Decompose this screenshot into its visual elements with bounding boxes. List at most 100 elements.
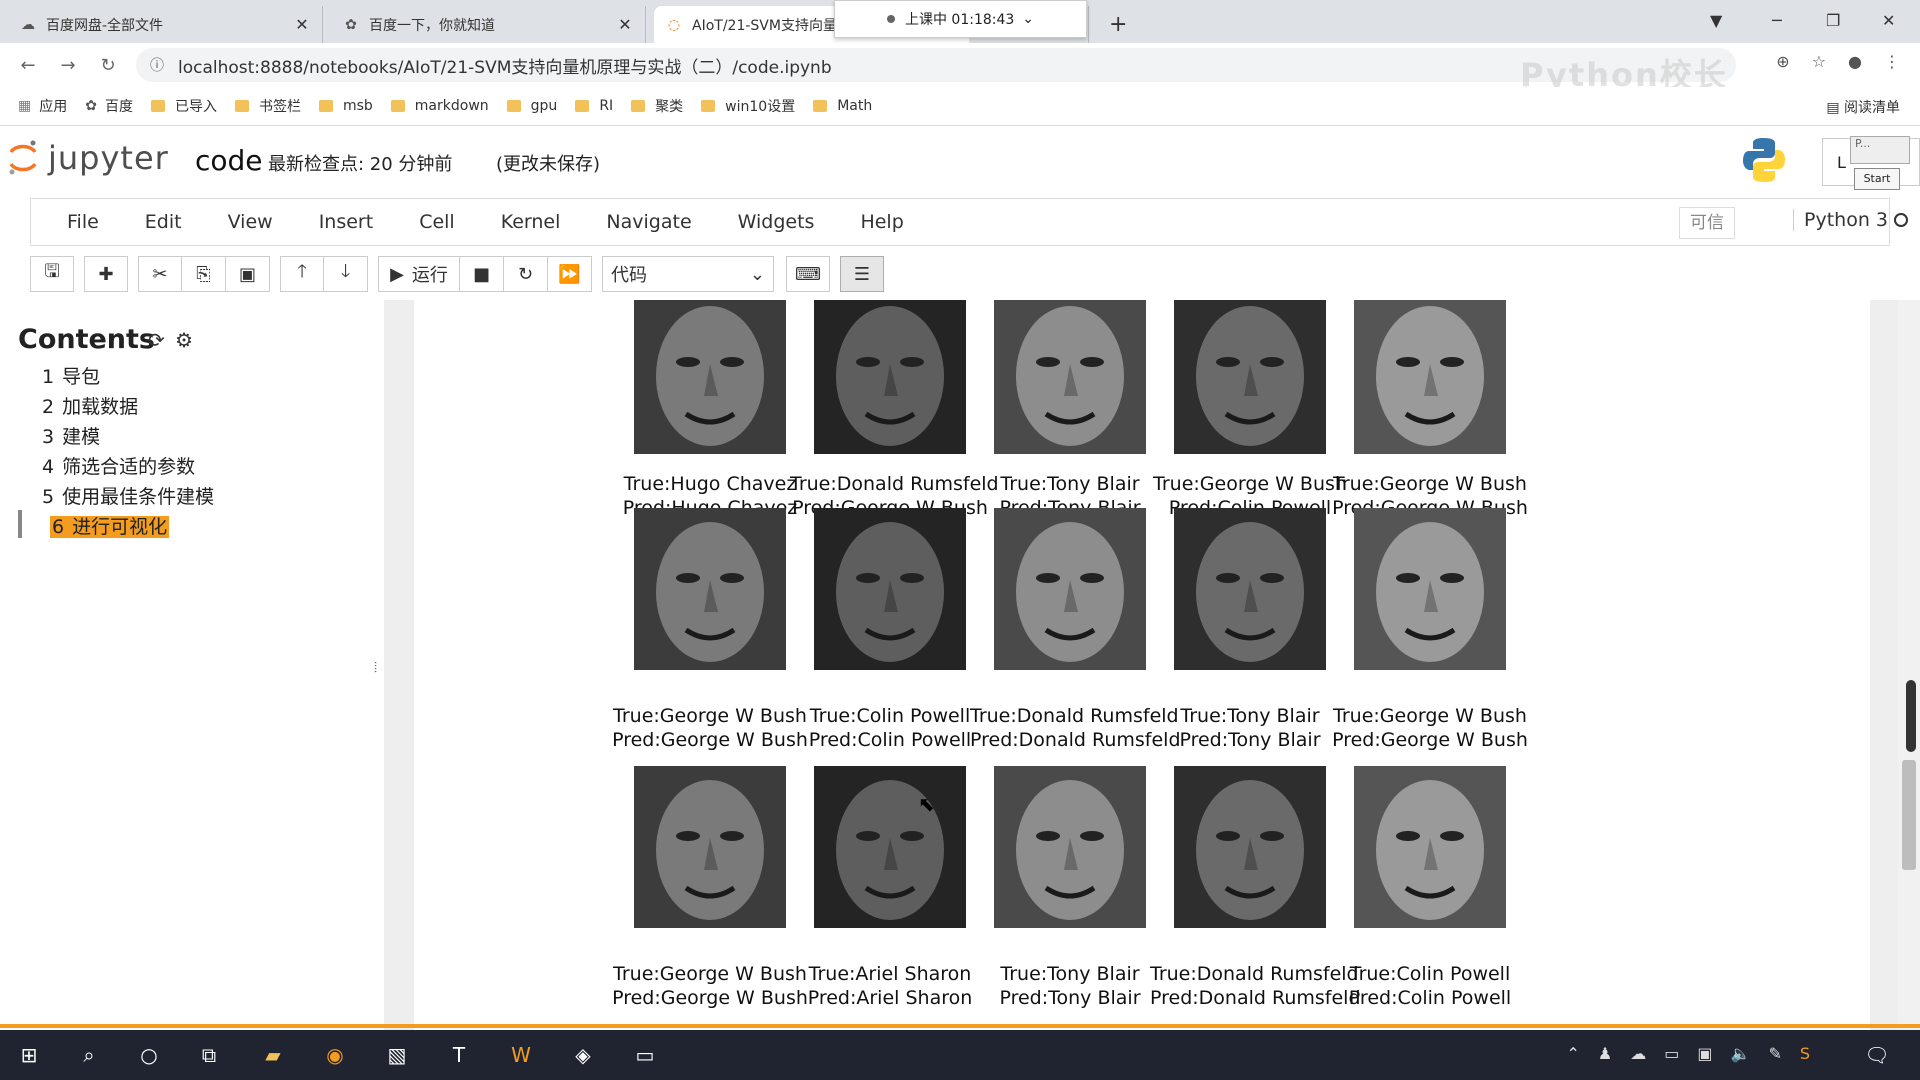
bookmark-folder[interactable]: gpu (506, 98, 557, 114)
menu-cell[interactable]: Cell (409, 211, 465, 233)
windows-start-icon[interactable]: ⊞ (14, 1040, 44, 1070)
cut-button[interactable]: ✂ (138, 256, 182, 292)
face-image (634, 300, 786, 454)
move-up-button[interactable]: 🡑 (280, 256, 324, 292)
copy-button[interactable]: ⎘ (182, 256, 226, 292)
ime-icon[interactable]: S (1800, 1044, 1810, 1063)
page-scrollbar[interactable] (1898, 300, 1920, 1030)
battery-icon[interactable]: ▭ (1664, 1044, 1679, 1063)
bookmark-folder[interactable]: RI (575, 98, 613, 114)
typora-icon[interactable]: T (444, 1040, 474, 1070)
reload-icon[interactable]: ↻ (88, 55, 128, 76)
menu-edit[interactable]: Edit (135, 211, 192, 233)
python-logo-icon (1743, 138, 1785, 182)
toc-item-active[interactable]: 6 进行可视化 (50, 512, 214, 542)
volume-icon[interactable]: 🔈 (1731, 1044, 1751, 1063)
cell-type-select[interactable]: 代码 ⌄ (602, 256, 774, 292)
task-view-icon[interactable]: ⧉ (194, 1040, 224, 1070)
tab-baidu-search[interactable]: ✿ 百度一下，你就知道 ✕ (331, 6, 646, 43)
restart-button[interactable]: ↻ (504, 256, 548, 292)
toc-item[interactable]: 4 筛选合适的参数 (42, 452, 214, 482)
app-icon[interactable]: ◈ (568, 1040, 598, 1070)
wps-icon[interactable]: W (506, 1040, 536, 1070)
bookmark-folder[interactable]: msb (318, 98, 373, 114)
menu-navigate[interactable]: Navigate (596, 211, 701, 233)
bookmark-folder[interactable]: 书签栏 (234, 96, 301, 116)
zoom-icon[interactable]: ⊕ (1776, 52, 1789, 71)
save-button[interactable]: 🖫 (30, 256, 74, 292)
info-icon[interactable]: ⓘ (150, 55, 164, 75)
paw-icon: ✿ (345, 16, 357, 33)
trusted-indicator[interactable]: 可信 (1679, 207, 1735, 239)
bookmark-folder[interactable]: 已导入 (150, 96, 217, 116)
paste-button[interactable]: ▣ (226, 256, 270, 292)
menu-view[interactable]: View (218, 211, 283, 233)
jupyter-logo[interactable]: jupyter (8, 138, 169, 178)
forward-icon[interactable]: → (48, 55, 88, 76)
gear-icon[interactable]: ⚙ (175, 328, 193, 352)
back-icon[interactable]: ← (8, 55, 48, 76)
search-icon[interactable]: ⌕ (74, 1040, 104, 1070)
reading-list[interactable]: ▤ 阅读清单 (1826, 97, 1900, 117)
file-explorer-icon[interactable]: ▰ (258, 1040, 288, 1070)
meeting-timer[interactable]: 上课中 01:18:43 ⌄ (834, 0, 1087, 38)
restart-run-all-button[interactable]: ⏩ (548, 256, 592, 292)
bookmark-folder[interactable]: markdown (390, 98, 489, 114)
new-tab-button[interactable]: + (1109, 6, 1127, 43)
menu-widgets[interactable]: Widgets (728, 211, 825, 233)
cloud-icon[interactable]: ☁ (1630, 1044, 1646, 1063)
cortana-icon[interactable]: ○ (134, 1040, 164, 1070)
menu-file[interactable]: File (57, 211, 109, 233)
bookmark-folder[interactable]: win10设置 (701, 96, 795, 116)
close-icon[interactable]: ✕ (617, 15, 633, 34)
chrome-icon[interactable]: ◉ (320, 1040, 350, 1070)
scrollbar-thumb[interactable] (1902, 760, 1916, 870)
insert-cell-button[interactable]: ✚ (84, 256, 128, 292)
toc-item-label: 建模 (62, 426, 101, 448)
true-label: True:Colin Powell (809, 705, 971, 727)
resize-handle-icon[interactable]: ⦙ (374, 660, 377, 676)
command-palette-button[interactable]: ⌨ (786, 256, 830, 292)
minimize-button[interactable]: ─ (1772, 0, 1782, 40)
move-down-button[interactable]: 🡓 (324, 256, 368, 292)
tab-baidu-pan[interactable]: ☁ 百度网盘-全部文件 ✕ (8, 6, 323, 43)
bookmark-baidu[interactable]: ✿ 百度 (85, 96, 133, 116)
menu-insert[interactable]: Insert (309, 211, 384, 233)
face-image (1174, 300, 1326, 454)
toc-item[interactable]: 1 导包 (42, 362, 214, 392)
terminal-icon[interactable]: ▭ (630, 1040, 660, 1070)
refresh-icon[interactable]: ⟳ (148, 328, 165, 352)
system-tray: ⌃ ♟ ☁ ▭ ▣ 🔈 ✎ S (1567, 1044, 1810, 1063)
more-icon[interactable]: ⋮ (1884, 52, 1900, 71)
profile-menu-icon[interactable]: ▼ (1710, 0, 1722, 40)
app-icon[interactable]: ▧ (382, 1040, 412, 1070)
side-handle[interactable] (1906, 680, 1916, 752)
toc-item[interactable]: 3 建模 (42, 422, 214, 452)
star-icon[interactable]: ☆ (1812, 52, 1826, 71)
run-button[interactable]: ▶ 运行 (378, 256, 460, 292)
overlay-panel[interactable]: P... (1850, 136, 1910, 164)
close-icon[interactable]: ✕ (294, 15, 310, 34)
toc-item[interactable]: 2 加载数据 (42, 392, 214, 422)
network-icon[interactable]: ▣ (1697, 1044, 1712, 1063)
close-window-button[interactable]: ✕ (1882, 0, 1895, 40)
chevron-up-icon[interactable]: ⌃ (1567, 1044, 1580, 1063)
notification-icon[interactable]: 🗨 (1862, 1040, 1892, 1070)
bookmark-folder[interactable]: 聚类 (631, 96, 683, 116)
address-bar[interactable]: ⓘ localhost:8888/notebooks/AIoT/21-SVM支持… (136, 48, 1736, 82)
menu-help[interactable]: Help (850, 211, 913, 233)
menu-kernel[interactable]: Kernel (491, 211, 571, 233)
toc-toggle-button[interactable]: ☰ (840, 256, 884, 292)
toc-item[interactable]: 5 使用最佳条件建模 (42, 482, 214, 512)
tray-app-icon[interactable]: ♟ (1598, 1044, 1612, 1063)
restore-button[interactable]: ❐ (1826, 0, 1840, 40)
bookmark-folder[interactable]: Math (813, 98, 872, 114)
notebook-name[interactable]: code (195, 144, 263, 177)
bookmark-label: 已导入 (174, 99, 217, 115)
toc-active-marker (18, 510, 22, 538)
start-button[interactable]: Start (1854, 168, 1900, 190)
pen-icon[interactable]: ✎ (1768, 1044, 1781, 1063)
interrupt-button[interactable]: ■ (460, 256, 504, 292)
account-icon[interactable]: ● (1848, 52, 1862, 71)
bookmark-apps[interactable]: ▦ 应用 (18, 96, 67, 116)
